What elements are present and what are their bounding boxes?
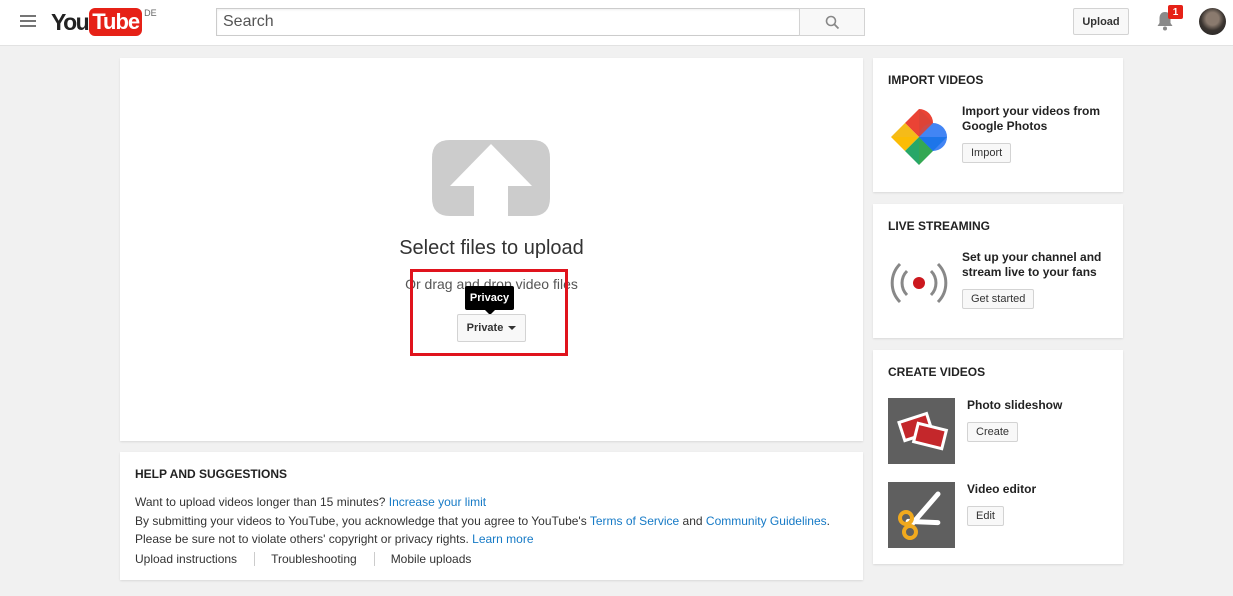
create-videos-card: CREATE VIDEOS Photo slideshow Create Vid…	[873, 350, 1123, 564]
live-row: Set up your channel and stream live to y…	[888, 250, 1123, 316]
increase-limit-link[interactable]: Increase your limit	[389, 495, 486, 509]
get-started-button[interactable]: Get started	[962, 289, 1035, 309]
notification-count-badge: 1	[1168, 5, 1183, 19]
upload-card: Select files to upload Or drag and drop …	[120, 58, 863, 441]
search-button[interactable]	[799, 8, 865, 36]
account-avatar[interactable]	[1199, 8, 1226, 35]
mobile-uploads-link[interactable]: Mobile uploads	[391, 552, 489, 566]
highlight-annotation	[410, 269, 568, 356]
upload-arrow-icon[interactable]	[432, 140, 550, 216]
guide-menu-icon[interactable]	[20, 15, 36, 29]
help-card: HELP AND SUGGESTIONS Want to upload vide…	[120, 452, 863, 580]
import-button[interactable]: Import	[962, 143, 1012, 163]
video-editor-scissors-icon	[888, 482, 955, 548]
live-streaming-title: LIVE STREAMING	[888, 219, 991, 233]
google-photos-icon	[888, 104, 950, 170]
logo-you: You	[51, 9, 90, 35]
import-videos-title: IMPORT VIDEOS	[888, 73, 984, 87]
create-videos-title: CREATE VIDEOS	[888, 365, 986, 379]
select-files-title[interactable]: Select files to upload	[120, 237, 863, 260]
help-text: Want to upload videos longer than 15 min…	[135, 493, 848, 549]
logo-region: DE	[144, 8, 157, 18]
import-videos-text: Import your videos from Google Photos	[962, 104, 1101, 133]
search-input[interactable]	[216, 8, 800, 36]
photo-slideshow-title: Photo slideshow	[967, 398, 1063, 412]
upload-instructions-link[interactable]: Upload instructions	[135, 551, 256, 566]
create-slideshow-button[interactable]: Create	[967, 422, 1019, 442]
photo-slideshow-icon	[888, 398, 955, 464]
live-streaming-card: LIVE STREAMING Set up your channel and s…	[873, 204, 1123, 338]
help-line-1: Want to upload videos longer than 15 min…	[135, 495, 386, 509]
help-line-2: By submitting your videos to YouTube, yo…	[135, 513, 587, 528]
masthead: You Tube DE Upload 1	[0, 0, 1233, 46]
live-broadcast-icon	[888, 250, 950, 316]
youtube-logo[interactable]: You Tube DE	[51, 8, 157, 36]
help-line-2-and: and	[682, 513, 703, 528]
import-videos-card: IMPORT VIDEOS Import your videos from Go…	[873, 58, 1123, 192]
help-line-2-end: .	[826, 513, 830, 528]
help-links: Upload instructions Troubleshooting Mobi…	[135, 551, 848, 566]
live-streaming-text: Set up your channel and stream live to y…	[962, 250, 1102, 279]
slideshow-row: Photo slideshow Create	[888, 398, 1062, 464]
import-row: Import your videos from Google Photos Im…	[888, 104, 1123, 170]
upload-button[interactable]: Upload	[1073, 8, 1129, 35]
video-editor-title: Video editor	[967, 482, 1037, 496]
learn-more-link[interactable]: Learn more	[472, 532, 533, 546]
help-title: HELP AND SUGGESTIONS	[135, 467, 288, 481]
edit-video-button[interactable]: Edit	[967, 506, 1004, 526]
logo-tube: Tube	[89, 8, 143, 36]
editor-row: Video editor Edit	[888, 482, 1036, 548]
community-guidelines-link[interactable]: Community Guidelines	[706, 514, 827, 528]
terms-of-service-link[interactable]: Terms of Service	[590, 514, 679, 528]
search-icon	[825, 15, 839, 29]
help-line-3: Please be sure not to violate others' co…	[135, 532, 469, 546]
troubleshooting-link[interactable]: Troubleshooting	[271, 551, 375, 566]
